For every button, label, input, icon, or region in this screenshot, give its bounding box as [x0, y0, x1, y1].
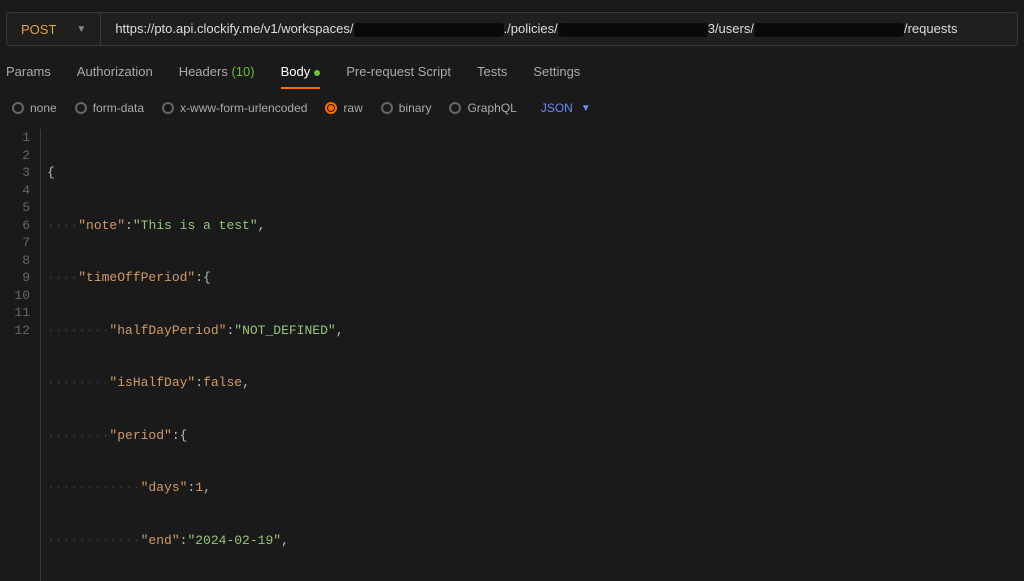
tab-authorization[interactable]: Authorization — [77, 64, 153, 89]
chevron-down-icon: ▼ — [581, 103, 591, 114]
body-format-dropdown[interactable]: JSON ▼ — [541, 101, 591, 115]
line-gutter: 123 456 789 101112 — [0, 129, 40, 581]
tab-params[interactable]: Params — [6, 64, 51, 89]
redacted-segment — [354, 23, 504, 37]
radio-binary[interactable]: binary — [381, 101, 432, 115]
chevron-down-icon: ▼ — [76, 24, 86, 35]
tab-settings[interactable]: Settings — [533, 64, 580, 89]
tab-tests[interactable]: Tests — [477, 64, 507, 89]
radio-form-data[interactable]: form-data — [75, 101, 144, 115]
request-bar: POST ▼ https://pto.api.clockify.me/v1/wo… — [6, 12, 1018, 46]
body-type-selector: none form-data x-www-form-urlencoded raw… — [0, 89, 1024, 129]
tab-headers[interactable]: Headers (10) — [179, 64, 255, 89]
redacted-segment — [754, 23, 904, 37]
request-tabs: Params Authorization Headers (10) Body P… — [0, 64, 1024, 89]
radio-none[interactable]: none — [12, 101, 57, 115]
radio-x-www-form-urlencoded[interactable]: x-www-form-urlencoded — [162, 101, 307, 115]
redacted-segment — [558, 23, 708, 37]
method-dropdown[interactable]: POST ▼ — [7, 13, 101, 45]
radio-graphql[interactable]: GraphQL — [449, 101, 516, 115]
tab-prerequest[interactable]: Pre-request Script — [346, 64, 451, 89]
url-input[interactable]: https://pto.api.clockify.me/v1/workspace… — [101, 21, 1017, 37]
method-label: POST — [21, 22, 56, 37]
request-body-editor[interactable]: 123 456 789 101112 { ····"note":"This is… — [0, 129, 1024, 581]
radio-raw[interactable]: raw — [325, 101, 362, 115]
modified-dot-icon — [314, 70, 320, 76]
code-area[interactable]: { ····"note":"This is a test", ····"time… — [40, 129, 1024, 581]
tab-body[interactable]: Body — [281, 64, 321, 89]
